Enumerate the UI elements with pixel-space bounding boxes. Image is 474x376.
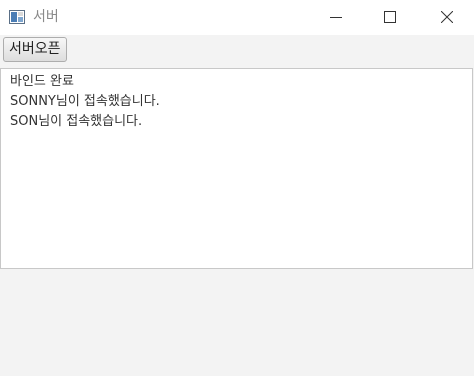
toolbar: 서버오픈: [0, 35, 474, 68]
app-icon: [9, 9, 25, 24]
minimize-button[interactable]: [313, 0, 359, 35]
close-button[interactable]: [424, 0, 470, 35]
minimize-icon: [330, 8, 342, 27]
log-line: SONNY님이 접속했습니다.: [10, 94, 160, 109]
maximize-button[interactable]: [367, 0, 413, 35]
title-bar[interactable]: 서버: [0, 0, 474, 35]
server-open-button[interactable]: 서버오픈: [3, 37, 67, 62]
close-icon: [440, 8, 454, 27]
log-line: SON님이 접속했습니다.: [10, 114, 143, 129]
log-line: 바인드 완료: [10, 74, 74, 89]
window-title: 서버: [33, 9, 59, 25]
server-window: 서버 서버오픈 바인드 완료 SONNY님이 접속했습니다. SON님이 접속했…: [0, 0, 474, 376]
log-text-area[interactable]: 바인드 완료 SONNY님이 접속했습니다. SON님이 접속했습니다.: [0, 68, 473, 269]
maximize-icon: [384, 8, 396, 27]
